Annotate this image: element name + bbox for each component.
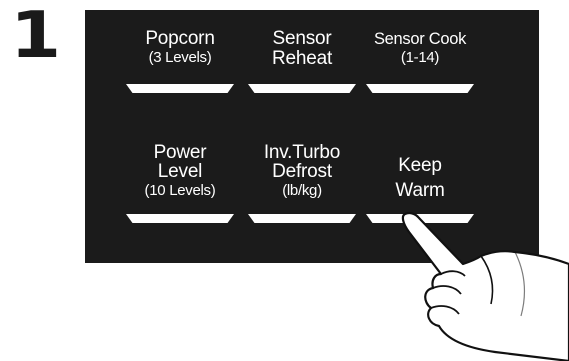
sensor-cook-sublabel: (1-14) — [400, 49, 440, 66]
sensor-cook-label: Sensor Cook — [373, 30, 467, 48]
sensor-cook-pad[interactable] — [366, 84, 474, 93]
keep-warm-label: Keep — [398, 155, 442, 176]
inv-turbo-defrost-label-2: Defrost — [272, 161, 332, 182]
inv-turbo-defrost-pad[interactable] — [248, 214, 356, 223]
popcorn-label: Popcorn — [145, 28, 215, 49]
power-level-pad[interactable] — [126, 214, 234, 223]
power-level-sublabel: (10 Levels) — [144, 182, 216, 199]
sensor-reheat-label: Sensor — [272, 28, 332, 49]
power-level-label: Power — [153, 142, 207, 163]
popcorn-sublabel: (3 Levels) — [148, 49, 212, 66]
sensor-reheat-pad[interactable] — [248, 84, 356, 93]
inv-turbo-defrost-label: Inv.Turbo — [263, 142, 341, 163]
power-level-label-2: Level — [157, 161, 203, 182]
instruction-illustration: 1 Popcorn (3 Levels) Sensor Reheat Senso… — [0, 0, 569, 361]
inv-turbo-defrost-sublabel: (lb/kg) — [282, 182, 322, 199]
keep-warm-label-2: Warm — [395, 180, 445, 201]
popcorn-pad[interactable] — [126, 84, 234, 93]
step-number: 1 — [10, 0, 62, 73]
pointing-hand-icon — [401, 212, 569, 361]
sensor-reheat-sublabel: Reheat — [271, 48, 333, 69]
